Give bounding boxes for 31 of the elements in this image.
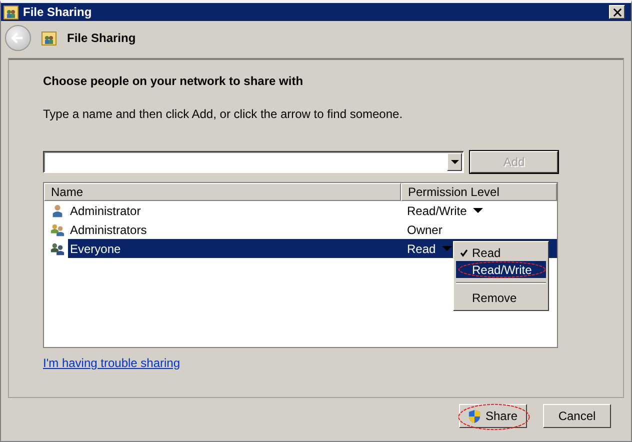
menu-item[interactable]: Read [456, 244, 546, 261]
instruction-text: Type a name and then click Add, or click the arrow to find someone. [43, 107, 404, 121]
person-name[interactable]: Everyone [68, 239, 401, 258]
share-button[interactable]: Share [459, 404, 527, 428]
menu-item[interactable]: Remove [456, 288, 546, 308]
users-icon [50, 222, 65, 237]
permission-level: Read [407, 242, 436, 256]
shield-icon [468, 408, 482, 424]
dropdown-arrow-button[interactable] [447, 153, 462, 171]
users-icon [50, 241, 65, 256]
column-header[interactable]: Permission Level [401, 183, 557, 201]
person-name[interactable]: Administrator [68, 201, 143, 220]
close-icon [612, 8, 622, 16]
caret-icon[interactable] [472, 208, 483, 213]
permission-level: Read/Write [407, 204, 467, 218]
user-icon [50, 203, 65, 218]
help-link[interactable]: I'm having trouble sharing [43, 356, 180, 370]
column-header[interactable]: Name [44, 183, 401, 201]
people-folder-icon [41, 30, 57, 46]
close-button[interactable] [609, 5, 625, 19]
permission-level: Owner [407, 222, 442, 236]
page-title: File Sharing [67, 31, 136, 45]
person-name[interactable]: Administrators [68, 220, 149, 239]
caret-icon [450, 160, 458, 164]
name-combo-box[interactable] [43, 151, 464, 173]
window-title: File Sharing [23, 5, 93, 19]
heading: Choose people on your network to share with [43, 74, 304, 88]
people-folder-icon [3, 4, 19, 20]
menu-item[interactable]: Read/Write [456, 261, 546, 278]
cancel-button[interactable]: Cancel [543, 404, 611, 428]
back-button[interactable] [5, 25, 31, 51]
